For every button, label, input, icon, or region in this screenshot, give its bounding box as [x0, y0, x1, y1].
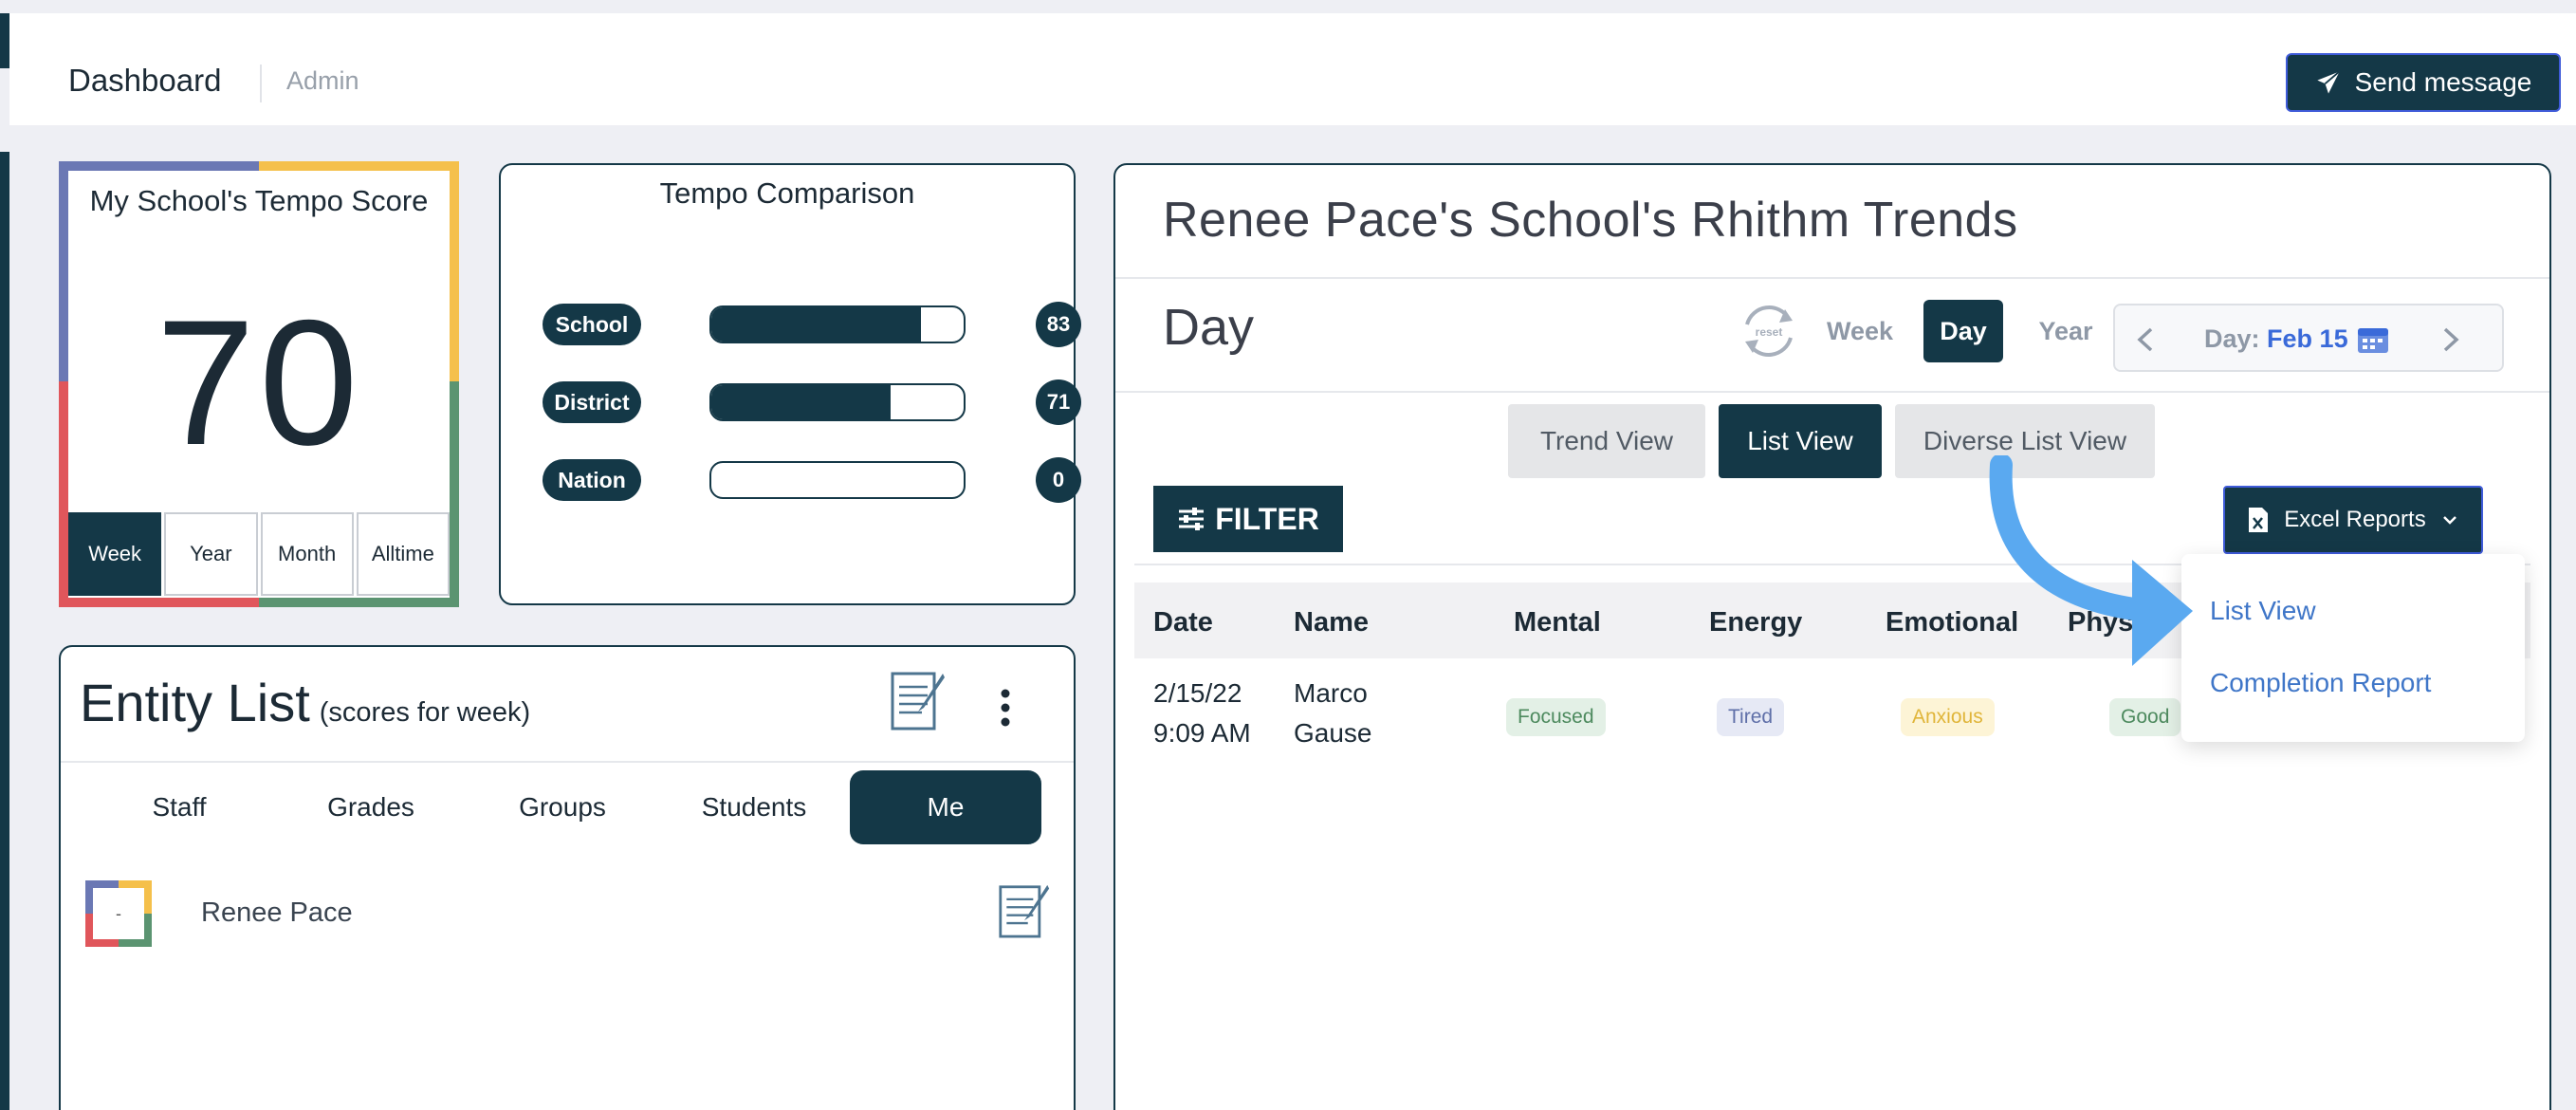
- comparison-bar-fill: [711, 307, 921, 342]
- score-tab-week[interactable]: Week: [68, 512, 162, 596]
- status-badge-emotional: Anxious: [1901, 698, 1995, 736]
- paper-plane-icon: [2316, 70, 2340, 94]
- comparison-value: 0: [1036, 457, 1081, 503]
- period-tab-year[interactable]: Year: [2026, 300, 2106, 362]
- chevron-right-icon[interactable]: [2439, 326, 2462, 353]
- cell-date-line1: 2/15/22: [1153, 678, 1242, 708]
- score-tab-year[interactable]: Year: [164, 512, 258, 596]
- date-navigator: Day: Feb 15: [2113, 304, 2504, 372]
- filter-button[interactable]: FILTER: [1153, 486, 1343, 552]
- left-sidebar-edge-lower: [0, 152, 9, 1110]
- frame-top-left: [59, 161, 259, 171]
- reset-label: reset: [1756, 325, 1783, 339]
- period-tab-day[interactable]: Day: [1923, 300, 2003, 362]
- cell-name-line1: Marco: [1294, 678, 1368, 708]
- comparison-row-district: District 71: [543, 379, 1081, 425]
- column-header-mental[interactable]: Mental: [1514, 607, 1601, 638]
- chevron-down-icon: [2442, 516, 2456, 525]
- score-title: My School's Tempo Score: [89, 184, 429, 217]
- trends-divider: [1115, 391, 2549, 393]
- status-badge-physical: Good: [2109, 698, 2181, 736]
- excel-reports-dropdown: List View Completion Report: [2181, 554, 2525, 742]
- comparison-value: 71: [1036, 379, 1081, 425]
- entity-item-name[interactable]: Renee Pace: [201, 897, 353, 929]
- comparison-bar-fill: [711, 385, 891, 419]
- date-prefix: Day:: [2204, 324, 2260, 353]
- score-value: 70: [156, 283, 362, 482]
- column-header-date[interactable]: Date: [1153, 607, 1213, 638]
- avatar-text: -: [93, 888, 144, 939]
- entity-list-subtitle: (scores for week): [319, 697, 531, 728]
- score-tab-alltime[interactable]: Alltime: [356, 512, 450, 596]
- cell-date: 2/15/22 9:09 AM: [1153, 674, 1251, 753]
- breadcrumb-admin[interactable]: Admin: [286, 66, 359, 96]
- frame-top-right: [259, 161, 459, 171]
- comparison-title: Tempo Comparison: [659, 176, 915, 210]
- comparison-row-nation: Nation 0: [543, 457, 1081, 503]
- score-tab-month[interactable]: Month: [260, 512, 354, 596]
- comparison-label: Nation: [543, 459, 641, 501]
- tab-me[interactable]: Me: [850, 770, 1041, 844]
- report-document-icon[interactable]: [890, 670, 947, 732]
- cell-name: Marco Gause: [1294, 674, 1372, 753]
- score-period-tabs: Week Year Month Alltime: [68, 512, 450, 596]
- dropdown-item-list-view[interactable]: List View: [2210, 596, 2316, 626]
- tempo-score-card: My School's Tempo Score 70 Week Year Mon…: [59, 161, 459, 607]
- reset-icon[interactable]: reset: [1736, 300, 1802, 362]
- cell-date-line2: 9:09 AM: [1153, 718, 1251, 748]
- send-message-button[interactable]: Send message: [2286, 53, 2561, 112]
- status-badge-mental: Focused: [1506, 698, 1606, 736]
- trends-divider: [1115, 277, 2549, 279]
- cell-name-line2: Gause: [1294, 718, 1372, 748]
- top-header: Dashboard Admin Send message: [9, 13, 2576, 125]
- comparison-bar: [709, 383, 966, 421]
- comparison-label: School: [543, 304, 641, 345]
- comparison-bar: [709, 461, 966, 499]
- send-message-label: Send message: [2354, 67, 2532, 97]
- pointer-arrow-icon: [1989, 455, 2193, 666]
- chevron-left-icon[interactable]: [2134, 326, 2157, 353]
- tab-staff[interactable]: Staff: [83, 770, 275, 844]
- page-title: Dashboard: [68, 63, 222, 98]
- comparison-row-school: School 83: [543, 302, 1081, 347]
- column-header-name[interactable]: Name: [1294, 607, 1369, 638]
- tab-students[interactable]: Students: [658, 770, 850, 844]
- date-label: Day: Feb 15: [2204, 324, 2348, 354]
- excel-file-icon: [2249, 508, 2269, 532]
- calendar-icon[interactable]: [2356, 324, 2390, 355]
- column-header-energy[interactable]: Energy: [1709, 607, 1802, 638]
- more-options-icon[interactable]: [998, 689, 1013, 727]
- tab-grades[interactable]: Grades: [275, 770, 467, 844]
- frame-bottom-left: [59, 598, 259, 607]
- header-divider: [260, 65, 262, 102]
- avatar: -: [85, 880, 152, 947]
- entity-list-title: Entity List (scores for week): [80, 672, 530, 733]
- sliders-icon: [1179, 508, 1205, 530]
- dropdown-item-completion-report[interactable]: Completion Report: [2210, 668, 2431, 698]
- excel-reports-label: Excel Reports: [2284, 507, 2426, 532]
- status-badge-energy: Tired: [1717, 698, 1785, 736]
- comparison-bar: [709, 305, 966, 343]
- frame-bottom-right: [259, 598, 459, 607]
- entity-list-card: Entity List (scores for week) Staff Grade…: [59, 645, 1076, 1110]
- view-tab-trend[interactable]: Trend View: [1508, 404, 1705, 478]
- entity-tabs: Staff Grades Groups Students Me: [83, 770, 1041, 844]
- report-document-icon[interactable]: [998, 880, 1051, 941]
- date-value: Feb 15: [2267, 324, 2348, 353]
- tab-groups[interactable]: Groups: [467, 770, 658, 844]
- filter-label: FILTER: [1215, 501, 1319, 536]
- comparison-label: District: [543, 381, 641, 423]
- comparison-value: 83: [1036, 302, 1081, 347]
- view-tab-list[interactable]: List View: [1719, 404, 1882, 478]
- trends-title: Renee Pace's School's Rhithm Trends: [1163, 193, 2018, 248]
- entity-list-heading: Entity List: [80, 673, 310, 732]
- excel-reports-button[interactable]: Excel Reports: [2223, 486, 2483, 554]
- tempo-comparison-card: Tempo Comparison School 83 District 71 N…: [499, 163, 1081, 605]
- period-tab-week[interactable]: Week: [1817, 300, 1903, 362]
- trends-period-label: Day: [1163, 299, 1255, 356]
- left-sidebar-edge: [0, 13, 9, 68]
- entity-divider: [61, 761, 1074, 763]
